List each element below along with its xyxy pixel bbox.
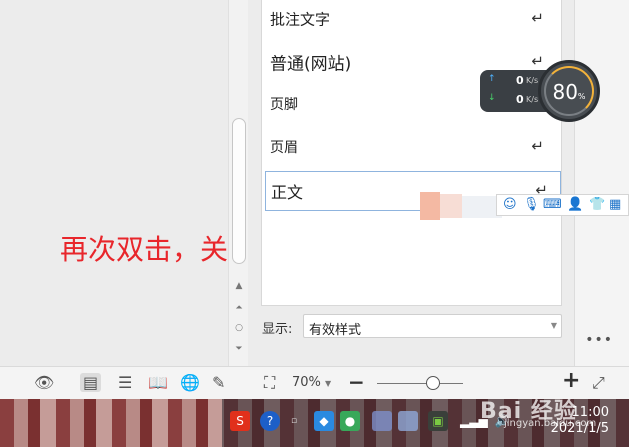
write-mode-icon[interactable]: ✎: [212, 373, 225, 392]
page-view-icon[interactable]: ▤: [80, 373, 102, 392]
paragraph-return-icon: ↵: [531, 52, 544, 71]
reading-view-icon[interactable]: 📖: [148, 373, 168, 392]
display-icon[interactable]: ▫: [284, 411, 304, 431]
fit-page-icon[interactable]: ⛶: [264, 373, 275, 393]
paragraph-return-icon: ↵: [531, 137, 544, 156]
toolbox-grid-icon[interactable]: ▦: [609, 197, 621, 212]
scrollbar-thumb[interactable]: [232, 118, 246, 264]
gauge-percent: 80%: [552, 80, 586, 104]
nvidia-icon[interactable]: ▣: [428, 411, 448, 431]
next-page-icon[interactable]: ⏷: [229, 343, 249, 355]
web-view-icon[interactable]: 🌐: [180, 373, 200, 392]
zoom-out-button[interactable]: −: [348, 370, 365, 394]
prev-page-icon[interactable]: ⏶: [229, 302, 249, 314]
scroll-up-icon[interactable]: ▲: [229, 280, 249, 292]
blurred-tray-icon[interactable]: [398, 411, 418, 431]
download-arrow-icon: ↓: [488, 93, 496, 103]
skin-shirt-icon[interactable]: 👕: [589, 197, 605, 212]
style-item-comment-text[interactable]: 批注文字 ↵: [270, 1, 556, 37]
sogou-ime-icon[interactable]: S: [230, 411, 250, 431]
upload-arrow-icon: ↑: [488, 74, 496, 84]
zoom-in-button[interactable]: +: [562, 368, 580, 393]
upload-speed: ↑ 0 K/s: [486, 74, 546, 90]
baidu-watermark-sub: jingyan.baidu.com: [504, 418, 597, 429]
outline-view-icon[interactable]: ☰: [118, 373, 132, 392]
keyboard-icon[interactable]: ⌨: [543, 197, 562, 212]
style-list: 批注文字 ↵ 普通(网站) ↵ 页脚 页眉 ↵ 正文 ↵: [261, 0, 562, 306]
select-browse-object-icon[interactable]: ○: [229, 322, 249, 334]
document-area[interactable]: [0, 0, 232, 366]
chevron-down-icon: ▼: [325, 379, 332, 388]
upload-speed-unit: K/s: [526, 76, 539, 85]
ime-emoji-icon[interactable]: ☺: [503, 197, 517, 212]
fullscreen-icon[interactable]: ⤢: [592, 373, 605, 393]
paragraph-return-icon: ↵: [531, 9, 544, 28]
show-styles-value: 有效样式: [309, 323, 362, 338]
zoom-slider-track[interactable]: [377, 383, 463, 384]
style-item-label: 批注文字: [270, 10, 331, 29]
help-icon[interactable]: ?: [260, 411, 280, 431]
download-speed-value: 0: [516, 93, 524, 106]
vertical-scrollbar[interactable]: ▲ ⏶ ○ ⏷: [228, 0, 248, 366]
download-speed: ↓ 0 K/s: [486, 93, 546, 109]
ime-toolbar[interactable]: ☺ 🎙 ⌨ 👤 👕 ▦: [496, 194, 629, 216]
show-label: 显示:: [262, 322, 293, 337]
chevron-down-icon: ▼: [550, 321, 557, 330]
user-icon[interactable]: 👤: [567, 197, 583, 212]
show-styles-select[interactable]: 有效样式 ▼: [303, 314, 562, 338]
style-item-label: 普通(网站): [270, 54, 352, 75]
memory-usage-gauge[interactable]: 80%: [538, 60, 600, 122]
styles-panel: 批注文字 ↵ 普通(网站) ↵ 页脚 页眉 ↵ 正文 ↵ 显示: 有效样式 ▼: [248, 0, 574, 366]
style-item-label: 页眉: [270, 140, 298, 156]
zoom-slider-knob[interactable]: [426, 376, 440, 390]
cube-app-icon[interactable]: ◆: [314, 411, 334, 431]
microphone-icon[interactable]: 🎙: [523, 197, 540, 212]
blurred-tray-icon[interactable]: [372, 411, 392, 431]
more-options-button[interactable]: •••: [585, 332, 613, 348]
zoom-level[interactable]: 70% ▼: [292, 375, 331, 390]
network-signal-icon[interactable]: ▂▃▅: [460, 411, 488, 431]
eye-protection-icon[interactable]: 👁: [34, 373, 54, 392]
style-item-header[interactable]: 页眉 ↵: [270, 129, 556, 165]
download-speed-unit: K/s: [526, 95, 539, 104]
wechat-icon[interactable]: ●: [340, 411, 360, 431]
upload-speed-value: 0: [516, 74, 524, 87]
style-item-label: 页脚: [270, 97, 298, 113]
style-item-label: 正文: [271, 183, 304, 202]
right-side-strip: •••: [574, 0, 629, 366]
